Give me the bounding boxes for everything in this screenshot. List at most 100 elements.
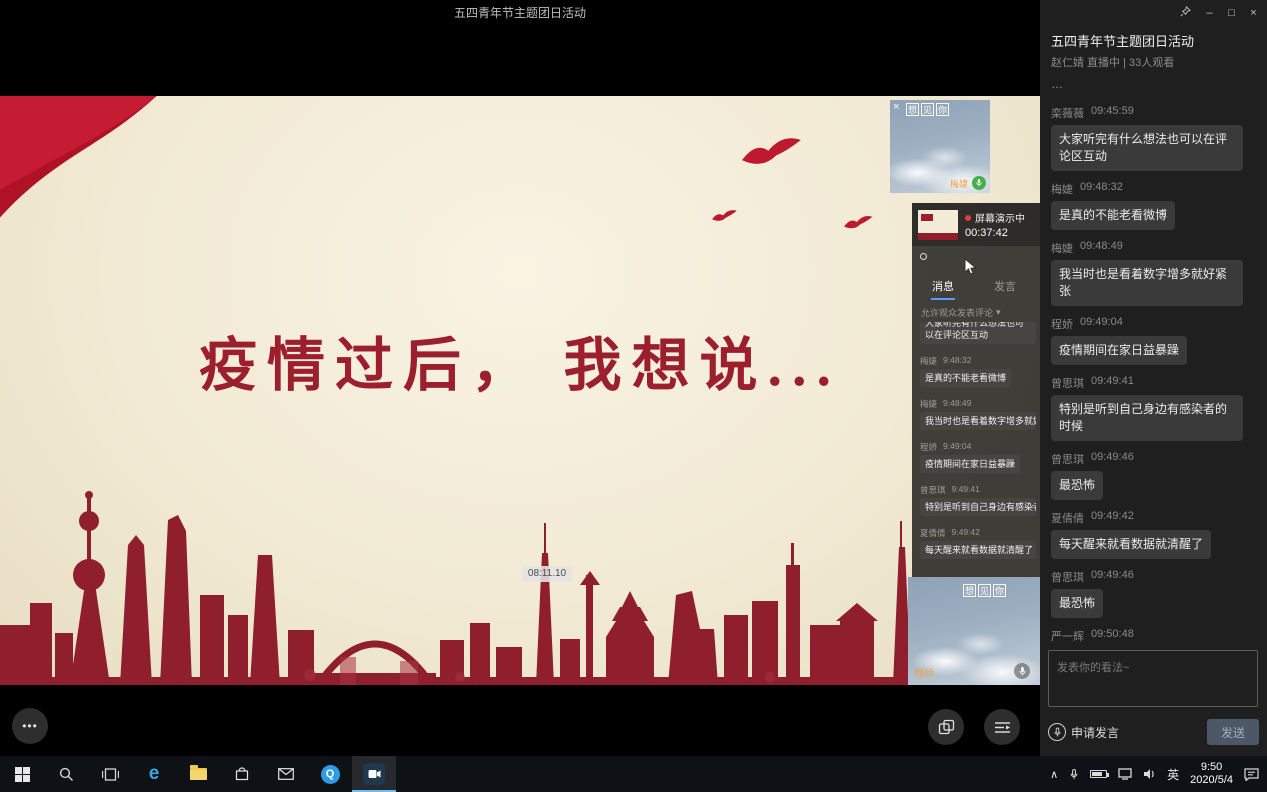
close-icon[interactable]: × xyxy=(893,101,899,113)
participant-video-bottom[interactable]: 想 见 你 程娇 xyxy=(908,577,1040,685)
sender-name: 梅婕 xyxy=(1051,240,1073,256)
main-stage: 五四青年节主题团日活动 疫情过后， 我想说... xyxy=(0,0,1040,756)
sender-name: 梅婕 xyxy=(920,355,937,367)
sidebar-title: 五四青年节主题团日活动 xyxy=(1051,31,1194,50)
taskbar-clock[interactable]: 9:50 2020/5/4 xyxy=(1190,761,1233,787)
flag-decoration xyxy=(0,96,211,242)
clock-date: 2020/5/4 xyxy=(1190,774,1233,787)
request-speak-button[interactable]: 申请发言 xyxy=(1048,723,1119,741)
message-list-button[interactable] xyxy=(984,709,1020,745)
video-watermark: 想 见 你 xyxy=(963,584,1006,597)
send-button[interactable]: 发送 xyxy=(1207,719,1259,745)
sent-time: 09:49:41 xyxy=(1091,375,1134,391)
window-controls: – □ × xyxy=(1180,6,1261,21)
app-window: 五四青年节主题团日活动 疫情过后， 我想说... xyxy=(0,0,1267,792)
chat-message: … xyxy=(1051,84,1257,95)
sender-name: 栾薇薇 xyxy=(1051,105,1084,121)
sent-time: 09:45:59 xyxy=(1091,105,1134,121)
sent-time: 9:49:42 xyxy=(952,527,980,539)
store-icon[interactable] xyxy=(220,756,264,792)
watermark-char: 你 xyxy=(936,103,949,116)
watermark-char: 想 xyxy=(963,584,976,597)
message-text: 特别是听到自己身边有感染者的时候 xyxy=(920,498,1036,516)
live-meeting-app-icon[interactable] xyxy=(352,756,396,792)
windows-taskbar: e Q ∧ xyxy=(0,756,1267,792)
recording-dot-icon xyxy=(965,215,971,221)
sidebar-message-list[interactable]: … 栾薇薇 09:45:59 大家听完有什么想法也可以在评论区互动 梅婕 09:… xyxy=(1051,84,1257,644)
screen-share-panel[interactable]: 屏幕演示中 00:37:42 xyxy=(912,203,1040,246)
sent-time: 09:49:04 xyxy=(1080,316,1123,332)
tray-mic-icon[interactable] xyxy=(1069,768,1079,781)
chat-sidebar: – □ × 五四青年节主题团日活动 赵仁婧 直播中 | 33人观看 … 栾薇薇 xyxy=(1040,0,1267,756)
message-text: 大家听完有什么想法也可以在评论区互动 xyxy=(1051,125,1243,171)
allow-comments-label: 允许观众发表评论 xyxy=(921,306,993,319)
start-button[interactable] xyxy=(0,756,44,792)
battery-icon[interactable] xyxy=(1090,770,1107,778)
sender-name: 夏倩倩 xyxy=(1051,510,1084,526)
hidden-icons-chevron[interactable]: ∧ xyxy=(1050,768,1058,781)
message-text: 疫情期间在家日益暴躁 xyxy=(1051,336,1187,365)
caret-down-icon: ▾ xyxy=(996,307,1001,318)
chat-message: 梅婕 09:48:32 是真的不能老看微博 xyxy=(1051,181,1257,230)
mic-active-icon xyxy=(972,176,986,190)
watermark-char: 见 xyxy=(978,584,991,597)
sender-name: 程娇 xyxy=(1051,316,1073,332)
bird-icon xyxy=(712,208,738,228)
network-icon[interactable] xyxy=(1118,768,1132,780)
task-view-button[interactable] xyxy=(88,756,132,792)
tab-messages[interactable]: 消息 xyxy=(932,278,954,298)
host-status-line: 赵仁婧 直播中 | 33人观看 xyxy=(1051,54,1174,70)
overlay-message-list[interactable]: 大家听完有什么想法也可以在评论区互动 梅婕 9:48:32 是真的不能老看微博 … xyxy=(920,322,1038,574)
overlay-chat-message: 大家听完有什么想法也可以在评论区互动 xyxy=(920,322,1038,349)
search-icon[interactable] xyxy=(44,756,88,792)
mail-icon[interactable] xyxy=(264,756,308,792)
city-skyline xyxy=(0,425,1040,685)
presentation-slide: 疫情过后， 我想说... xyxy=(0,96,1040,685)
layout-switch-button[interactable] xyxy=(928,709,964,745)
allow-comments-control[interactable]: 允许观众发表评论 ▾ xyxy=(921,306,1001,319)
sender-name: 梅婕 xyxy=(1051,181,1073,197)
chat-message: 曾思琪 09:49:41 特别是听到自己身边有感染者的时候 xyxy=(1051,375,1257,441)
browser-q-icon[interactable]: Q xyxy=(308,756,352,792)
overlay-chat-message: 夏倩倩 9:49:42 每天醒来就看数据就清醒了 xyxy=(920,527,1038,564)
message-text: 最恐怖 xyxy=(1051,471,1103,500)
volume-icon[interactable] xyxy=(1143,768,1156,780)
edge-browser-icon[interactable]: e xyxy=(132,756,176,792)
overlay-chat-message: 程娇 9:49:04 疫情期间在家日益暴躁 xyxy=(920,441,1038,478)
sender-name: 严一辉 xyxy=(1051,628,1084,644)
overlay-tabs: 消息 发言 xyxy=(912,278,1040,298)
close-button[interactable]: × xyxy=(1246,6,1261,21)
sent-time: 09:48:49 xyxy=(1080,240,1123,256)
chat-overlay-panel[interactable]: 消息 发言 允许观众发表评论 ▾ 大家听完有什么想法也可以在评论区互动 xyxy=(912,246,1040,578)
chat-message: 严一辉 09:50:48 五四争做新青年，敢为人先追求卓越 xyxy=(1051,628,1257,644)
share-thumbnail xyxy=(918,210,958,240)
sent-time: 9:48:49 xyxy=(943,398,971,410)
language-indicator[interactable]: 英 xyxy=(1167,766,1179,783)
pin-icon[interactable] xyxy=(1180,6,1195,21)
message-text: 大家听完有什么想法也可以在评论区互动 xyxy=(920,322,1036,344)
sender-name: 夏倩倩 xyxy=(920,527,946,539)
share-status-label: 屏幕演示中 xyxy=(975,210,1025,225)
overlay-chat-message: 曾思琪 9:49:41 特别是听到自己身边有感染者的时候 xyxy=(920,484,1038,521)
chat-message: 栾薇薇 09:45:59 大家听完有什么想法也可以在评论区互动 xyxy=(1051,105,1257,171)
taskbar-apps: e Q xyxy=(0,756,396,792)
more-options-button[interactable]: ••• xyxy=(12,708,48,744)
request-speak-label: 申请发言 xyxy=(1071,724,1119,741)
tab-speak[interactable]: 发言 xyxy=(994,278,1016,298)
comment-input[interactable] xyxy=(1048,650,1258,707)
system-tray: ∧ 英 9:50 2020/5/4 xyxy=(1050,756,1267,792)
timestamp-chip: 08:11.10 xyxy=(522,566,572,582)
file-explorer-icon[interactable] xyxy=(176,756,220,792)
sent-time: 9:49:04 xyxy=(943,441,971,453)
maximize-button[interactable]: □ xyxy=(1224,6,1239,21)
action-center-icon[interactable] xyxy=(1244,768,1259,781)
overlay-chat-message: 梅婕 9:48:32 是真的不能老看微博 xyxy=(920,355,1038,392)
participant-video-top[interactable]: × 想 见 你 梅婕 xyxy=(890,100,990,193)
overlay-chat-message: 梅婕 9:48:49 我当时也是看着数字增多就好紧张 xyxy=(920,398,1038,435)
message-text: 是真的不能老看微博 xyxy=(1051,201,1175,230)
stage-bottom-bar: ••• xyxy=(0,685,1040,756)
sent-time: 09:49:46 xyxy=(1091,451,1134,467)
minimize-button[interactable]: – xyxy=(1202,6,1217,21)
message-text: 最恐怖 xyxy=(1051,589,1103,618)
stream-title: 五四青年节主题团日活动 xyxy=(0,4,1040,21)
